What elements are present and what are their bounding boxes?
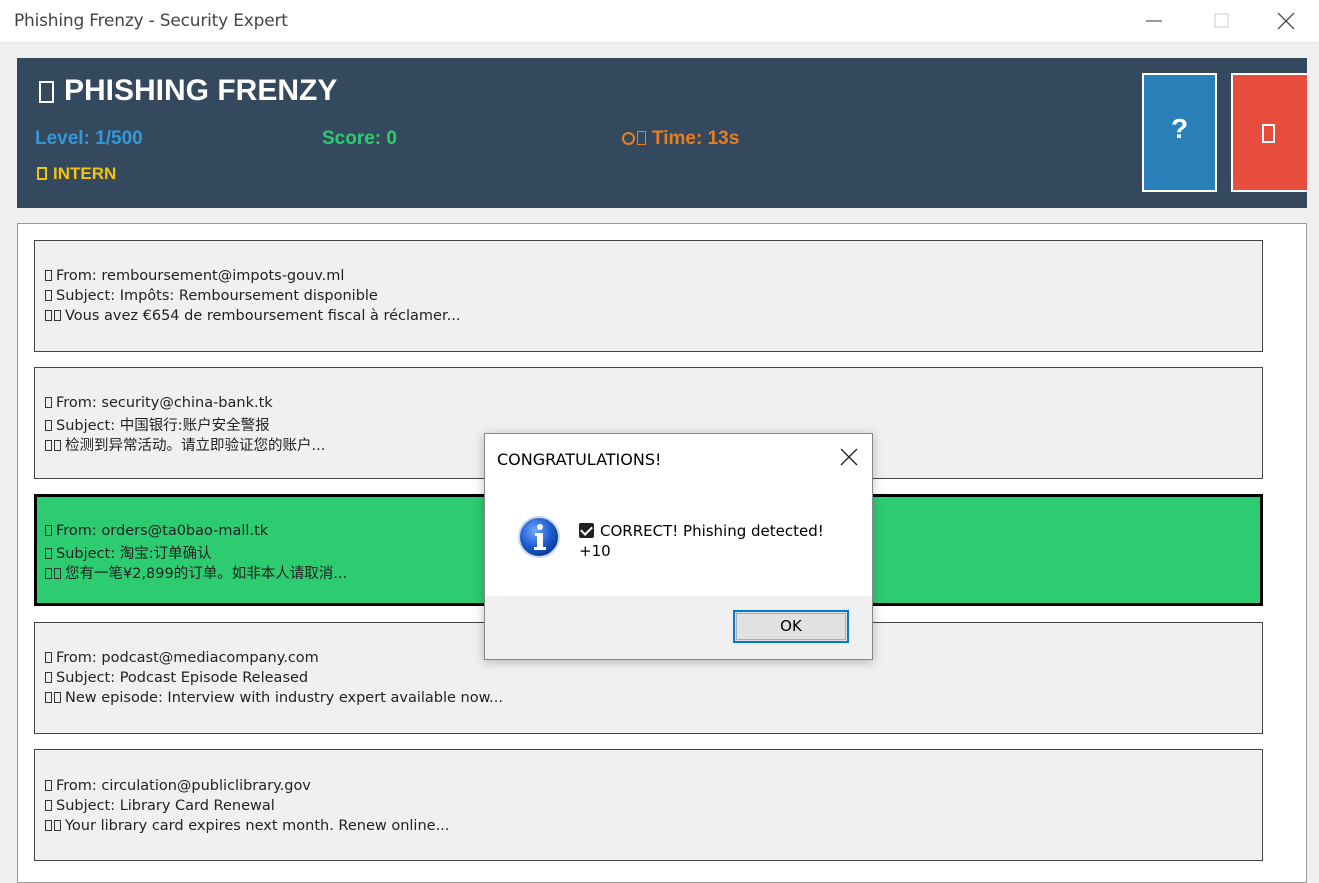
info-icon — [518, 516, 560, 558]
maximize-icon — [1214, 13, 1229, 28]
email-preview: Vous avez €654 de remboursement fiscal à… — [65, 308, 461, 324]
game-header: PHISHING FRENZY Level: 1/500 Score: 0 Ti… — [17, 58, 1307, 208]
sender-icon — [45, 652, 52, 663]
preview-icon — [45, 820, 52, 831]
rank-label: INTERN — [53, 164, 117, 183]
subject-icon — [45, 290, 52, 301]
email-subject-row: Subject: 淘宝:订单确认 — [45, 542, 212, 563]
email-subject-row: Subject: 中国银行:账户安全警报 — [45, 414, 270, 435]
sender-icon — [45, 397, 52, 408]
preview-icon — [54, 820, 61, 831]
preview-icon — [54, 692, 61, 703]
close-window-button[interactable] — [1253, 0, 1319, 42]
rank-icon — [37, 167, 47, 180]
email-preview-row: Your library card expires next month. Re… — [45, 818, 449, 834]
email-from: From: podcast@mediacompany.com — [56, 650, 319, 666]
time-display: Time: 13s — [622, 128, 739, 150]
help-button[interactable]: ? — [1142, 73, 1217, 192]
email-subject-row: Subject: Podcast Episode Released — [45, 670, 308, 686]
email-preview: Your library card expires next month. Re… — [65, 818, 450, 834]
email-card-5[interactable]: From: circulation@publiclibrary.gov Subj… — [34, 749, 1263, 861]
email-from: From: orders@ta0bao-mall.tk — [56, 523, 269, 539]
timer-icon — [622, 132, 635, 145]
dialog-footer: OK — [485, 596, 872, 659]
subject-icon — [45, 800, 52, 811]
preview-icon — [45, 440, 52, 451]
email-from-row: From: podcast@mediacompany.com — [45, 650, 319, 666]
preview-icon — [45, 692, 52, 703]
preview-icon — [54, 310, 61, 321]
email-from: From: security@china-bank.tk — [56, 395, 273, 411]
fish-icon — [39, 81, 54, 104]
window-title: Phishing Frenzy - Security Expert — [14, 11, 288, 31]
preview-icon — [45, 568, 52, 579]
preview-icon — [45, 310, 52, 321]
sender-icon — [45, 525, 52, 536]
ok-button[interactable]: OK — [733, 610, 849, 643]
email-card-1[interactable]: From: remboursement@impots-gouv.ml Subje… — [34, 240, 1263, 352]
score-label: Score: 0 — [322, 128, 397, 149]
dialog-title: CONGRATULATIONS! — [497, 450, 662, 469]
maximize-button[interactable] — [1189, 0, 1255, 42]
rank-display: INTERN — [37, 164, 116, 184]
dialog-points: +10 — [579, 542, 611, 560]
dialog-close-icon[interactable] — [840, 448, 858, 466]
email-subject: Subject: Library Card Renewal — [56, 798, 275, 814]
email-subject: Subject: 中国银行:账户安全警报 — [56, 418, 270, 434]
preview-icon — [54, 440, 61, 451]
email-from-row: From: orders@ta0bao-mall.tk — [45, 523, 268, 539]
subject-icon — [45, 672, 52, 683]
minimize-button[interactable] — [1121, 0, 1187, 42]
email-preview-row: 检测到异常活动。请立即验证您的账户... — [45, 434, 325, 455]
game-title-row: PHISHING FRENZY — [39, 74, 337, 108]
email-from-row: From: remboursement@impots-gouv.ml — [45, 268, 344, 284]
email-from-row: From: circulation@publiclibrary.gov — [45, 778, 311, 794]
email-preview-row: Vous avez €654 de remboursement fiscal à… — [45, 308, 460, 324]
window-titlebar: Phishing Frenzy - Security Expert — [0, 0, 1319, 43]
clock-icon — [637, 131, 646, 145]
sender-icon — [45, 780, 52, 791]
preview-icon — [54, 568, 61, 579]
game-title: PHISHING FRENZY — [64, 74, 338, 107]
quit-button[interactable] — [1231, 73, 1307, 192]
email-preview: New episode: Interview with industry exp… — [65, 690, 503, 706]
email-subject: Subject: 淘宝:订单确认 — [56, 546, 212, 562]
help-button-label: ? — [1170, 113, 1189, 144]
email-from: From: remboursement@impots-gouv.ml — [56, 268, 345, 284]
email-preview-row: New episode: Interview with industry exp… — [45, 690, 503, 706]
time-label: Time: 13s — [652, 128, 740, 149]
quit-icon — [1262, 124, 1275, 143]
email-from-row: From: security@china-bank.tk — [45, 395, 273, 411]
checkmark-icon — [579, 523, 594, 538]
close-icon — [1277, 12, 1295, 30]
minimize-icon — [1146, 20, 1162, 22]
email-from: From: circulation@publiclibrary.gov — [56, 778, 311, 794]
email-subject: Subject: Impôts: Remboursement disponibl… — [56, 288, 378, 304]
email-subject-row: Subject: Impôts: Remboursement disponibl… — [45, 288, 378, 304]
sender-icon — [45, 270, 52, 281]
dialog-message: CORRECT! Phishing detected! +10 — [579, 521, 824, 561]
email-subject-row: Subject: Library Card Renewal — [45, 798, 275, 814]
congratulations-dialog: CONGRATULATIONS! CORRECT! Phishing detec… — [484, 433, 873, 660]
email-preview-row: 您有一笔¥2,899的订单。如非本人请取消... — [45, 562, 347, 583]
email-preview: 检测到异常活动。请立即验证您的账户... — [65, 438, 326, 454]
subject-icon — [45, 420, 52, 431]
email-subject: Subject: Podcast Episode Released — [56, 670, 309, 686]
subject-icon — [45, 548, 52, 559]
level-label: Level: 1/500 — [35, 128, 143, 149]
email-preview: 您有一笔¥2,899的订单。如非本人请取消... — [65, 566, 348, 582]
dialog-message-text: CORRECT! Phishing detected! — [600, 522, 824, 540]
